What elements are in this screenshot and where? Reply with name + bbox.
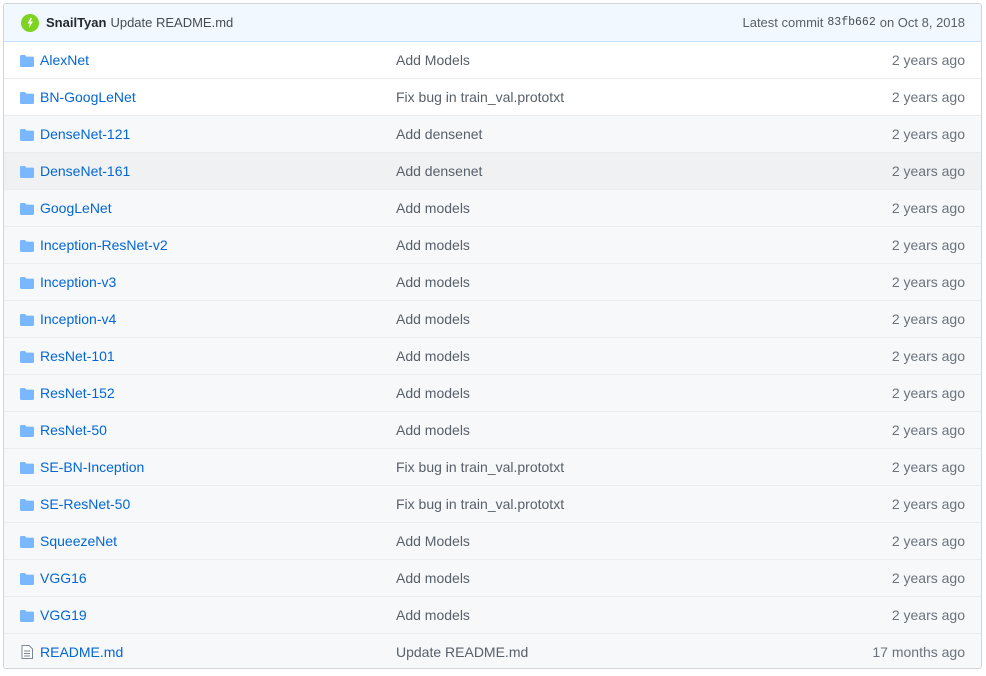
file-row[interactable]: SE-ResNet-50 Fix bug in train_val.prototx… (4, 485, 981, 522)
folder-icon (20, 498, 36, 512)
file-row[interactable]: SqueezeNet Add Models 2 years ago (4, 522, 981, 559)
folder-icon (20, 461, 36, 475)
avatar[interactable] (21, 13, 39, 32)
file-name-link[interactable]: Inception-ResNet-v2 (40, 237, 168, 253)
commit-age: 2 years ago (891, 607, 965, 623)
commit-message-link[interactable]: Add models (396, 385, 470, 401)
latest-commit-info: Latest commit 83fb662 on Oct 8, 2018 (742, 15, 965, 30)
commit-sha-link[interactable]: 83fb662 (827, 16, 875, 29)
folder-icon (20, 165, 36, 179)
commit-age: 2 years ago (891, 348, 965, 364)
commit-age: 2 years ago (891, 200, 965, 216)
folder-icon (20, 609, 36, 623)
folder-icon (20, 350, 36, 364)
file-name-link[interactable]: GoogLeNet (40, 200, 112, 216)
commit-message-link[interactable]: Add models (396, 570, 470, 586)
file-name-link[interactable]: VGG19 (40, 607, 87, 623)
file-list: AlexNet Add Models 2 years ago BN-GoogLeNet… (4, 42, 981, 668)
file-row[interactable]: README.md Update README.md 17 months ago (4, 633, 981, 668)
runner-icon (27, 17, 33, 28)
file-row[interactable]: ResNet-152 Add models 2 years ago (4, 374, 981, 411)
commit-age: 17 months ago (872, 644, 965, 660)
file-name-link[interactable]: Inception-v3 (40, 274, 116, 290)
folder-icon (20, 239, 36, 253)
file-name-link[interactable]: SE-BN-Inception (40, 459, 144, 475)
commit-message-link[interactable]: Fix bug in train_val.prototxt (396, 459, 564, 475)
commit-message-link[interactable]: Add models (396, 237, 470, 253)
commit-message-link[interactable]: Add models (396, 607, 470, 623)
file-name-link[interactable]: DenseNet-121 (40, 126, 130, 142)
commit-message-link[interactable]: Add models (396, 274, 470, 290)
file-row[interactable]: Inception-v3 Add models 2 years ago (4, 263, 981, 300)
file-name-link[interactable]: SqueezeNet (40, 533, 117, 549)
commit-age: 2 years ago (891, 237, 965, 253)
commit-message-link[interactable]: Add models (396, 422, 470, 438)
commit-message-link[interactable]: Update README.md (396, 644, 528, 660)
commit-message-link[interactable]: Add densenet (396, 163, 482, 179)
commit-age: 2 years ago (891, 52, 965, 68)
file-row[interactable]: SE-BN-Inception Fix bug in train_val.prot… (4, 448, 981, 485)
file-row[interactable]: Inception-v4 Add models 2 years ago (4, 300, 981, 337)
file-name-link[interactable]: ResNet-101 (40, 348, 115, 364)
file-row[interactable]: AlexNet Add Models 2 years ago (4, 42, 981, 78)
file-row[interactable]: DenseNet-121 Add densenet 2 years ago (4, 115, 981, 152)
file-row[interactable]: ResNet-101 Add models 2 years ago (4, 337, 981, 374)
folder-icon (20, 313, 36, 327)
file-name-link[interactable]: DenseNet-161 (40, 163, 130, 179)
commit-age: 2 years ago (891, 89, 965, 105)
commit-message-link[interactable]: Add models (396, 311, 470, 327)
commit-author-link[interactable]: SnailTyan (46, 15, 106, 30)
commit-message-link[interactable]: Update README.md (110, 15, 233, 30)
commit-message-link[interactable]: Add Models (396, 533, 470, 549)
commit-age: 2 years ago (891, 385, 965, 401)
commit-age: 2 years ago (891, 570, 965, 586)
file-name-link[interactable]: README.md (40, 644, 123, 660)
folder-icon (20, 572, 36, 586)
commit-message-link[interactable]: Fix bug in train_val.prototxt (396, 496, 564, 512)
commit-message-link[interactable]: Fix bug in train_val.prototxt (396, 89, 564, 105)
file-row[interactable]: BN-GoogLeNet Fix bug in train_val.prototx… (4, 78, 981, 115)
commit-age: 2 years ago (891, 126, 965, 142)
commit-age: 2 years ago (891, 311, 965, 327)
file-name-link[interactable]: BN-GoogLeNet (40, 89, 136, 105)
file-row[interactable]: Inception-ResNet-v2 Add models 2 years ago (4, 226, 981, 263)
file-name-link[interactable]: SE-ResNet-50 (40, 496, 130, 512)
file-browser: SnailTyan Update README.md Latest commit… (3, 3, 982, 669)
file-name-link[interactable]: ResNet-50 (40, 422, 107, 438)
commit-message-link[interactable]: Add models (396, 200, 470, 216)
file-row[interactable]: VGG19 Add models 2 years ago (4, 596, 981, 633)
folder-icon (20, 202, 36, 216)
commit-age: 2 years ago (891, 274, 965, 290)
folder-icon (20, 128, 36, 142)
folder-icon (20, 91, 36, 105)
commit-message-link[interactable]: Add Models (396, 52, 470, 68)
commit-date: on Oct 8, 2018 (879, 15, 965, 30)
folder-icon (20, 424, 36, 438)
commit-age: 2 years ago (891, 459, 965, 475)
commit-age: 2 years ago (891, 496, 965, 512)
folder-icon (20, 54, 36, 68)
file-name-link[interactable]: ResNet-152 (40, 385, 115, 401)
file-name-link[interactable]: AlexNet (40, 52, 89, 68)
folder-icon (20, 276, 36, 290)
file-row[interactable]: DenseNet-161 Add densenet 2 years ago (4, 152, 981, 189)
file-name-link[interactable]: Inception-v4 (40, 311, 116, 327)
commit-age: 2 years ago (891, 533, 965, 549)
file-icon (21, 645, 37, 659)
file-row[interactable]: ResNet-50 Add models 2 years ago (4, 411, 981, 448)
file-row[interactable]: GoogLeNet Add models 2 years ago (4, 189, 981, 226)
folder-icon (20, 387, 36, 401)
commit-message-link[interactable]: Add densenet (396, 126, 482, 142)
latest-commit-label: Latest commit (742, 15, 824, 30)
file-name-link[interactable]: VGG16 (40, 570, 87, 586)
commit-age: 2 years ago (891, 163, 965, 179)
file-row[interactable]: VGG16 Add models 2 years ago (4, 559, 981, 596)
latest-commit-bar: SnailTyan Update README.md Latest commit… (4, 4, 981, 42)
commit-age: 2 years ago (891, 422, 965, 438)
commit-message-link[interactable]: Add models (396, 348, 470, 364)
folder-icon (20, 535, 36, 549)
